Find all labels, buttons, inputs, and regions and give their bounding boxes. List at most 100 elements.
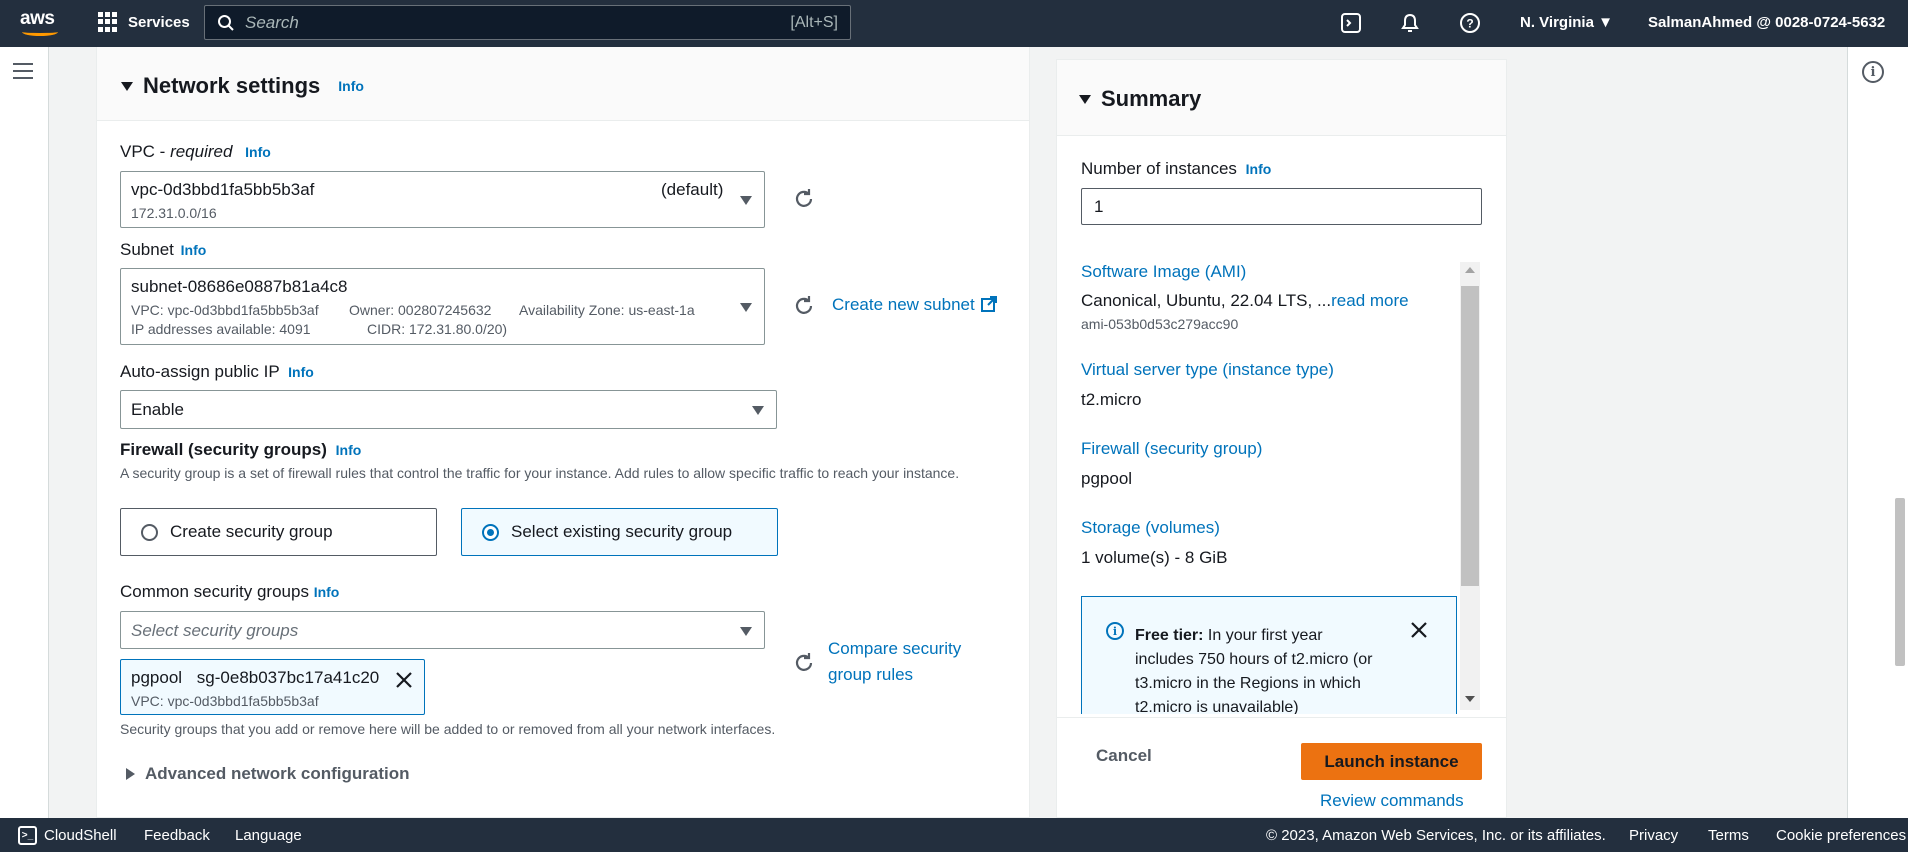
firewall-link[interactable]: Firewall (security group) bbox=[1081, 439, 1262, 459]
left-sidebar bbox=[0, 47, 49, 818]
security-group-token: pgpool sg-0e8b037bc17a41c20 VPC: vpc-0d3… bbox=[120, 659, 425, 715]
ami-id: ami-053b0d53c279acc90 bbox=[1081, 316, 1239, 332]
dismiss-close-icon[interactable] bbox=[1410, 621, 1428, 639]
page-scrollbar-thumb[interactable] bbox=[1895, 498, 1905, 666]
subnet-az: Availability Zone: us-east-1a bbox=[519, 302, 695, 318]
create-security-group-option[interactable]: Create security group bbox=[120, 508, 437, 556]
storage-value: 1 volume(s) - 8 GiB bbox=[1081, 548, 1228, 567]
footer-feedback[interactable]: Feedback bbox=[144, 827, 210, 844]
summary-title: Summary bbox=[1101, 86, 1202, 111]
chevron-down-icon bbox=[740, 196, 752, 205]
common-sg-label-text: Common security groups bbox=[120, 582, 309, 601]
num-instances-label: Number of instances Info bbox=[1081, 159, 1271, 179]
num-instances-label-text: Number of instances bbox=[1081, 159, 1237, 178]
read-more-link[interactable]: read more bbox=[1331, 291, 1408, 310]
account-menu[interactable]: SalmanAhmed @ 0028-0724-5632 bbox=[1648, 14, 1885, 31]
chevron-down-icon bbox=[740, 303, 752, 312]
firewall-info-link[interactable]: Info bbox=[336, 442, 362, 458]
search-input[interactable] bbox=[245, 12, 791, 33]
footer: >_ CloudShell Feedback Language © 2023, … bbox=[0, 818, 1908, 852]
region-selector[interactable]: N. Virginia ▼ bbox=[1520, 14, 1613, 31]
storage-link[interactable]: Storage (volumes) bbox=[1081, 518, 1220, 538]
vpc-info-link[interactable]: Info bbox=[245, 144, 271, 160]
aws-logo[interactable]: aws bbox=[20, 8, 60, 38]
refresh-subnet-icon[interactable] bbox=[792, 294, 816, 318]
notifications-bell-icon[interactable] bbox=[1397, 10, 1423, 36]
chevron-down-icon bbox=[740, 627, 752, 636]
svg-text:?: ? bbox=[1466, 17, 1473, 31]
ami-value: Canonical, Ubuntu, 22.04 LTS, ... bbox=[1081, 291, 1332, 310]
common-security-groups-select[interactable]: Select security groups bbox=[120, 611, 765, 649]
num-instances-info-link[interactable]: Info bbox=[1246, 161, 1272, 177]
sg-note: Security groups that you add or remove h… bbox=[120, 721, 776, 737]
ami-value-row: Canonical, Ubuntu, 22.04 LTS, ...read mo… bbox=[1081, 291, 1409, 311]
vpc-select[interactable]: vpc-0d3bbd1fa5bb5b3af (default) 172.31.0… bbox=[120, 171, 765, 228]
refresh-sg-icon[interactable] bbox=[792, 651, 816, 675]
network-info-link[interactable]: Info bbox=[338, 78, 364, 94]
subnet-select[interactable]: subnet-08686e0887b81a4c8 VPC: vpc-0d3bbd… bbox=[120, 268, 765, 345]
auto-ip-info-link[interactable]: Info bbox=[288, 364, 314, 380]
summary-scrollbar-thumb[interactable] bbox=[1461, 286, 1479, 586]
panel-header: Network settings Info bbox=[97, 47, 1029, 121]
create-subnet-text: Create new subnet bbox=[832, 295, 975, 314]
token-sg-id: sg-0e8b037bc17a41c20 bbox=[196, 668, 380, 687]
refresh-vpc-icon[interactable] bbox=[792, 187, 816, 211]
search-shortcut: [Alt+S] bbox=[790, 13, 838, 31]
footer-terms[interactable]: Terms bbox=[1708, 827, 1749, 844]
radio-select-sg[interactable] bbox=[482, 523, 499, 541]
advanced-network-config-toggle[interactable]: Advanced network configuration bbox=[126, 764, 409, 784]
select-sg-label: Select existing security group bbox=[511, 522, 733, 541]
common-sg-info-link[interactable]: Info bbox=[314, 584, 340, 600]
auto-ip-label-text: Auto-assign public IP bbox=[120, 362, 280, 381]
instance-type-value: t2.micro bbox=[1081, 390, 1142, 409]
scroll-down-icon[interactable] bbox=[1465, 696, 1475, 702]
cloudshell-icon[interactable] bbox=[1338, 10, 1364, 36]
free-tier-alert: i Free tier: In your first year includes… bbox=[1081, 596, 1457, 714]
vpc-required: required bbox=[170, 142, 233, 161]
firewall-value: pgpool bbox=[1081, 469, 1133, 488]
info-panel-icon[interactable]: i bbox=[1862, 61, 1884, 83]
chevron-down-icon bbox=[752, 406, 764, 415]
compare-sg-rules-link[interactable]: Compare security group rules bbox=[828, 636, 978, 688]
footer-cookie-preferences[interactable]: Cookie preferences bbox=[1776, 827, 1906, 844]
review-commands-link[interactable]: Review commands bbox=[1320, 791, 1464, 811]
auto-assign-ip-select[interactable]: Enable bbox=[120, 390, 777, 429]
footer-cloudshell[interactable]: CloudShell bbox=[44, 827, 117, 844]
create-new-subnet-link[interactable]: Create new subnet bbox=[832, 292, 998, 318]
auto-ip-label: Auto-assign public IP Info bbox=[120, 362, 314, 382]
scroll-up-icon[interactable] bbox=[1465, 267, 1475, 273]
help-icon[interactable]: ? bbox=[1457, 10, 1483, 36]
caret-right-icon bbox=[126, 768, 135, 780]
select-existing-security-group-option[interactable]: Select existing security group bbox=[461, 508, 778, 556]
search-bar[interactable]: [Alt+S] bbox=[204, 5, 851, 40]
vpc-cidr: 172.31.0.0/16 bbox=[131, 205, 217, 221]
vpc-value: vpc-0d3bbd1fa5bb5b3af bbox=[131, 180, 315, 199]
cancel-button[interactable]: Cancel bbox=[1096, 746, 1152, 766]
radio-create-sg[interactable] bbox=[141, 523, 158, 541]
number-of-instances-input[interactable] bbox=[1081, 188, 1482, 225]
remove-token-close-icon[interactable] bbox=[394, 670, 414, 690]
create-sg-label: Create security group bbox=[170, 522, 333, 541]
cloudshell-footer-icon[interactable]: >_ bbox=[18, 826, 37, 845]
launch-instance-button[interactable]: Launch instance bbox=[1301, 743, 1482, 780]
caret-down-icon bbox=[121, 81, 133, 91]
subnet-ips: IP addresses available: 4091 bbox=[131, 321, 311, 337]
summary-header: Summary bbox=[1057, 60, 1506, 136]
summary-toggle[interactable]: Summary bbox=[1079, 86, 1201, 112]
token-vpc: VPC: vpc-0d3bbd1fa5bb5b3af bbox=[131, 693, 319, 709]
instance-type-link[interactable]: Virtual server type (instance type) bbox=[1081, 360, 1334, 380]
footer-language[interactable]: Language bbox=[235, 827, 302, 844]
free-tier-text: Free tier: In your first year includes 7… bbox=[1135, 624, 1385, 714]
footer-privacy[interactable]: Privacy bbox=[1629, 827, 1678, 844]
grid-icon bbox=[98, 12, 118, 32]
caret-down-icon bbox=[1079, 94, 1091, 104]
network-settings-toggle[interactable]: Network settings Info bbox=[121, 73, 364, 99]
right-utility-bar: i bbox=[1847, 47, 1908, 818]
subnet-label-text: Subnet bbox=[120, 240, 174, 259]
ami-link[interactable]: Software Image (AMI) bbox=[1081, 262, 1246, 282]
services-menu-button[interactable]: Services bbox=[98, 12, 190, 32]
footer-copyright: © 2023, Amazon Web Services, Inc. or its… bbox=[1266, 827, 1606, 844]
subnet-info-link[interactable]: Info bbox=[181, 242, 207, 258]
search-icon bbox=[218, 14, 234, 31]
hamburger-menu-icon[interactable] bbox=[13, 63, 33, 81]
